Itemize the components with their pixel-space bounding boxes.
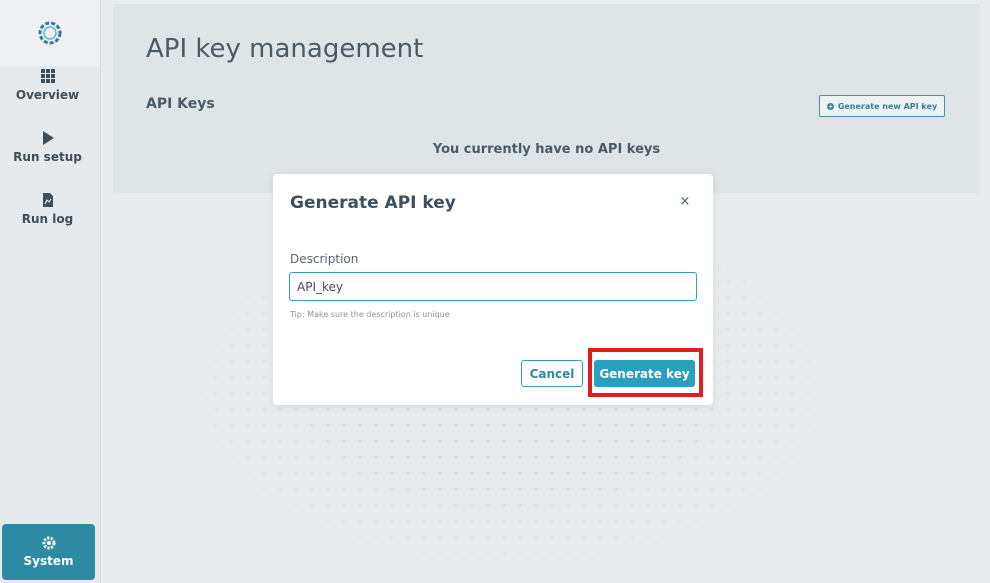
description-label: Description [290, 252, 359, 266]
sidebar-item-overview[interactable]: Overview [0, 66, 95, 102]
sidebar-item-run-setup[interactable]: Run setup [0, 128, 95, 164]
logo[interactable] [0, 0, 100, 66]
ring-logo-icon [38, 21, 62, 45]
empty-state-message: You currently have no API keys [432, 142, 661, 157]
section-title: API Keys [146, 96, 215, 112]
generate-api-key-dialog: Generate API key × Description Tip: Make… [273, 174, 713, 405]
description-input[interactable] [289, 272, 697, 301]
sidebar-item-label: Run setup [13, 150, 82, 164]
sidebar-item-label: Overview [15, 88, 80, 102]
sidebar: Overview Run setup Run log System [0, 0, 101, 583]
sidebar-item-run-log[interactable]: Run log [0, 190, 95, 226]
gear-icon [42, 536, 55, 550]
sidebar-item-label: Run log [21, 212, 74, 226]
document-icon [42, 193, 53, 207]
generate-key-button[interactable]: Generate key [594, 360, 695, 387]
plus-circle-icon [826, 102, 834, 110]
page-title: API key management [146, 34, 424, 64]
play-icon [42, 131, 54, 145]
grid-icon [40, 69, 55, 83]
sidebar-item-label: System [23, 554, 74, 568]
generate-new-api-key-button[interactable]: Generate new API key [819, 95, 945, 117]
generate-new-api-key-label: Generate new API key [837, 101, 938, 111]
close-icon[interactable]: × [677, 194, 693, 210]
sidebar-item-system[interactable]: System [2, 524, 95, 580]
cancel-button[interactable]: Cancel [521, 360, 583, 387]
description-tip: Tip: Make sure the description is unique [290, 310, 450, 319]
dialog-title: Generate API key [290, 193, 456, 213]
api-keys-panel: API key management API Keys Generate new… [113, 4, 980, 193]
